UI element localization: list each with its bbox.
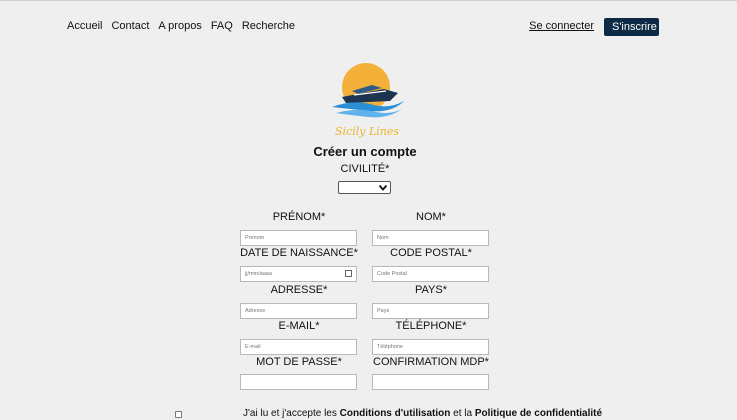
email-label: E-MAIL*: [278, 320, 320, 332]
pays-input[interactable]: Pays: [372, 303, 489, 319]
mdp-confirm-label: CONFIRMATION MDP*: [373, 356, 489, 368]
nom-label: NOM*: [416, 211, 446, 223]
nav-faq[interactable]: FAQ: [211, 20, 233, 32]
adresse-label: ADRESSE*: [270, 284, 328, 296]
top-nav: Accueil Contact A propos FAQ Recherche: [67, 20, 295, 32]
terms-checkbox[interactable]: [175, 411, 182, 418]
auth-area: Se connecter S'inscrire: [529, 18, 659, 36]
civility-label: CIVILITÉ*: [340, 163, 390, 175]
mdp-input[interactable]: [240, 374, 357, 390]
nav-contact[interactable]: Contact: [111, 20, 149, 32]
login-link[interactable]: Se connecter: [529, 20, 594, 32]
logo-text: Sicily Lines: [335, 125, 399, 138]
chevron-down-icon: [378, 184, 388, 191]
nom-input[interactable]: Nom: [372, 230, 489, 246]
naissance-label: DATE DE NAISSANCE*: [240, 247, 358, 259]
code-postal-input[interactable]: Code Postal: [372, 266, 489, 282]
telephone-placeholder: Téléphone: [377, 344, 403, 350]
mdp-label: MOT DE PASSE*: [256, 356, 342, 368]
terms-cgu-link[interactable]: Conditions d'utilisation: [340, 408, 451, 419]
nav-a-propos[interactable]: A propos: [158, 20, 201, 32]
email-input[interactable]: E-mail: [240, 339, 357, 355]
nav-recherche[interactable]: Recherche: [242, 20, 295, 32]
pays-placeholder: Pays: [377, 308, 390, 314]
terms-middle: et la: [450, 408, 475, 419]
adresse-input[interactable]: Adresse: [240, 303, 357, 319]
signup-button[interactable]: S'inscrire: [604, 18, 659, 36]
adresse-placeholder: Adresse: [245, 308, 266, 314]
nom-placeholder: Nom: [377, 235, 389, 241]
sicily-lines-logo: Sicily Lines: [324, 57, 410, 143]
prenom-label: PRÉNOM*: [272, 211, 326, 223]
pays-label: PAYS*: [415, 284, 447, 296]
prenom-placeholder: Prénom: [245, 235, 265, 241]
code-postal-placeholder: Code Postal: [377, 271, 407, 277]
yacht-logo-icon: Sicily Lines: [332, 63, 404, 138]
calendar-icon[interactable]: [345, 270, 352, 277]
code-postal-label: CODE POSTAL*: [390, 247, 472, 259]
email-placeholder: E-mail: [245, 344, 261, 350]
naissance-placeholder: jj/mm/aaaa: [245, 271, 272, 277]
civility-select[interactable]: [338, 181, 391, 194]
telephone-input[interactable]: Téléphone: [372, 339, 489, 355]
terms-text: J'ai lu et j'accepte les Conditions d'ut…: [243, 408, 602, 419]
prenom-input[interactable]: Prénom: [240, 230, 357, 246]
telephone-label: TÉLÉPHONE*: [395, 320, 467, 332]
terms-privacy-link[interactable]: Politique de confidentialité: [475, 408, 602, 419]
page-title: Créer un compte: [313, 144, 417, 159]
mdp-confirm-input[interactable]: [372, 374, 489, 390]
terms-prefix: J'ai lu et j'accepte les: [243, 408, 340, 419]
naissance-input[interactable]: jj/mm/aaaa: [240, 266, 357, 282]
nav-accueil[interactable]: Accueil: [67, 20, 102, 32]
